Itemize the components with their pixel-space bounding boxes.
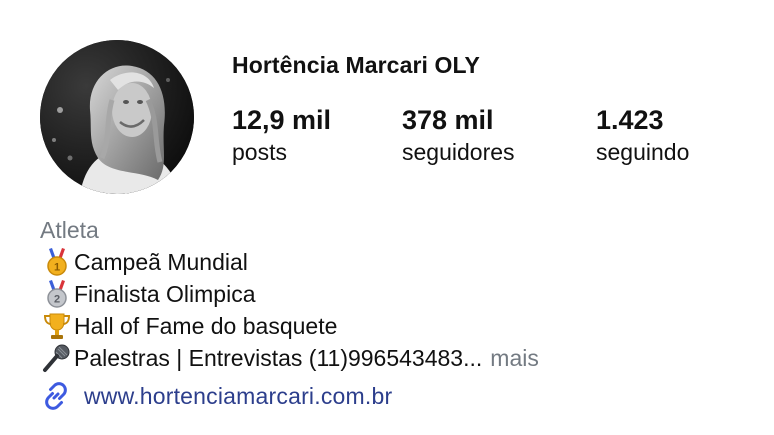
- bio-line-text: Hall of Fame do basquete: [74, 313, 338, 339]
- more-link[interactable]: mais: [490, 342, 539, 374]
- bio-line-text: Finalista Olimpica: [74, 281, 256, 307]
- followers-label: seguidores: [402, 139, 515, 165]
- avatar-photo: [40, 40, 194, 194]
- bio-line: Palestras | Entrevistas (11)996543483...…: [40, 342, 539, 374]
- profile-bio: Atleta 1 Campeã Mundial 2 Finalista Olim…: [40, 214, 539, 374]
- trophy-icon: [40, 310, 74, 342]
- posts-stat[interactable]: 12,9 mil posts: [232, 104, 331, 168]
- profile-category: Atleta: [40, 217, 99, 243]
- bio-line: 2 Finalista Olimpica: [40, 278, 539, 310]
- link-icon: [40, 380, 72, 412]
- website-link[interactable]: www.hortenciamarcari.com.br: [40, 380, 392, 412]
- bio-line: Hall of Fame do basquete: [40, 310, 539, 342]
- following-stat[interactable]: 1.423 seguindo: [596, 104, 689, 168]
- followers-count: 378 mil: [402, 105, 494, 135]
- profile-avatar[interactable]: [40, 40, 194, 194]
- followers-stat[interactable]: 378 mil seguidores: [402, 104, 515, 168]
- posts-count: 12,9 mil: [232, 105, 332, 135]
- svg-text:1: 1: [54, 262, 60, 274]
- bio-line-text: Palestras | Entrevistas (11)996543483...: [74, 345, 483, 371]
- bio-line-text: Campeã Mundial: [74, 249, 248, 275]
- microphone-icon: [40, 342, 74, 374]
- svg-text:2: 2: [54, 294, 60, 306]
- bio-line: 1 Campeã Mundial: [40, 246, 539, 278]
- profile-display-name: Hortência Marcari OLY: [232, 52, 480, 78]
- gold-medal-icon: 1: [40, 246, 74, 278]
- following-label: seguindo: [596, 139, 690, 165]
- silver-medal-icon: 2: [40, 278, 74, 310]
- website-url[interactable]: www.hortenciamarcari.com.br: [84, 383, 392, 410]
- posts-label: posts: [232, 139, 287, 165]
- following-count: 1.423: [596, 105, 664, 135]
